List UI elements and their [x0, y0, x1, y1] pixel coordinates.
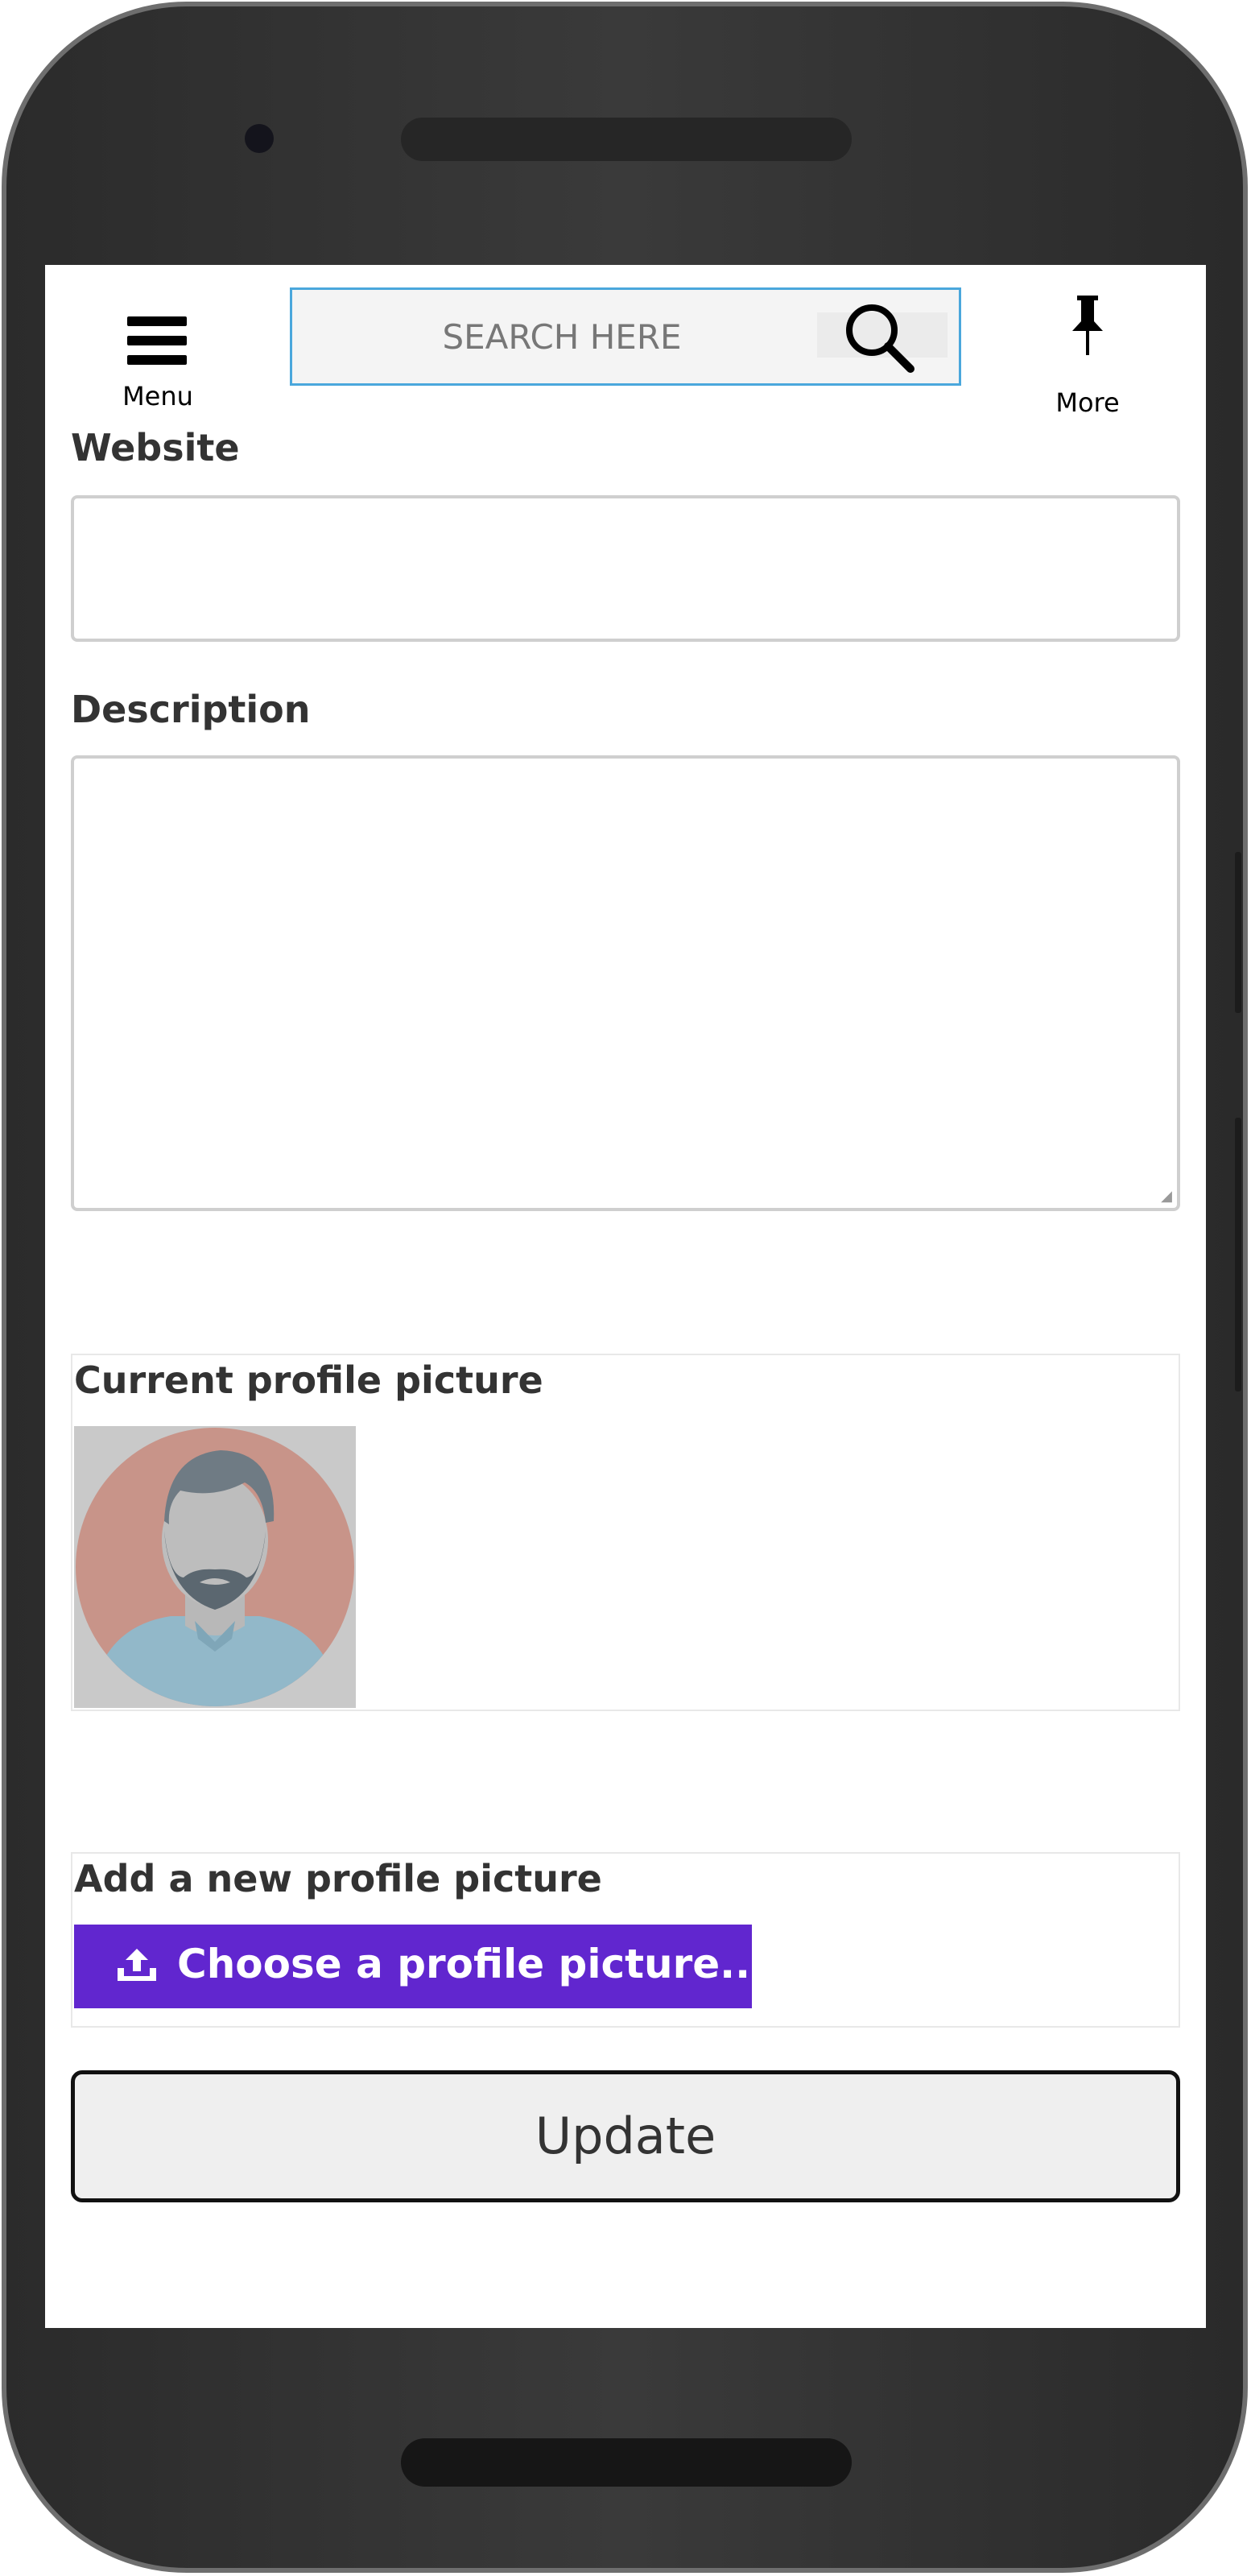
- new-picture-panel: Add a new profile picture Choose a profi…: [71, 1852, 1180, 2028]
- front-camera: [245, 124, 274, 153]
- new-picture-label: Add a new profile picture: [74, 1857, 602, 1900]
- more-button[interactable]: More: [1027, 294, 1148, 418]
- bottom-speaker: [401, 2438, 852, 2487]
- more-label: More: [1055, 387, 1120, 418]
- description-label: Description: [71, 688, 311, 731]
- app-screen: Menu More Website Description ◢ Current …: [45, 265, 1206, 2328]
- search-button[interactable]: [817, 304, 948, 373]
- search-input[interactable]: [292, 290, 824, 383]
- current-picture-panel: Current profile picture: [71, 1354, 1180, 1711]
- top-bar: Menu More: [45, 265, 1206, 418]
- menu-label: Menu: [122, 381, 193, 411]
- magnifier-icon: [846, 304, 915, 373]
- user-avatar: [74, 1426, 356, 1708]
- update-button[interactable]: Update: [71, 2070, 1180, 2202]
- description-textarea[interactable]: ◢: [71, 755, 1180, 1211]
- choose-picture-label: Choose a profile picture...: [177, 1941, 766, 1987]
- choose-picture-button[interactable]: Choose a profile picture...: [74, 1925, 766, 2008]
- pin-icon: [1072, 296, 1103, 355]
- upload-icon: [118, 1949, 156, 1981]
- current-picture-label: Current profile picture: [74, 1358, 543, 1402]
- earpiece-speaker: [401, 118, 852, 161]
- menu-button[interactable]: Menu: [101, 289, 214, 411]
- website-input[interactable]: [71, 495, 1180, 642]
- avatar-image: [76, 1428, 354, 1706]
- resize-handle[interactable]: ◢: [1161, 1188, 1172, 1205]
- search-box: [290, 287, 961, 386]
- hamburger-icon: [127, 316, 187, 374]
- website-label: Website: [71, 426, 240, 469]
- power-button: [1235, 1118, 1241, 1391]
- volume-button: [1235, 852, 1241, 1013]
